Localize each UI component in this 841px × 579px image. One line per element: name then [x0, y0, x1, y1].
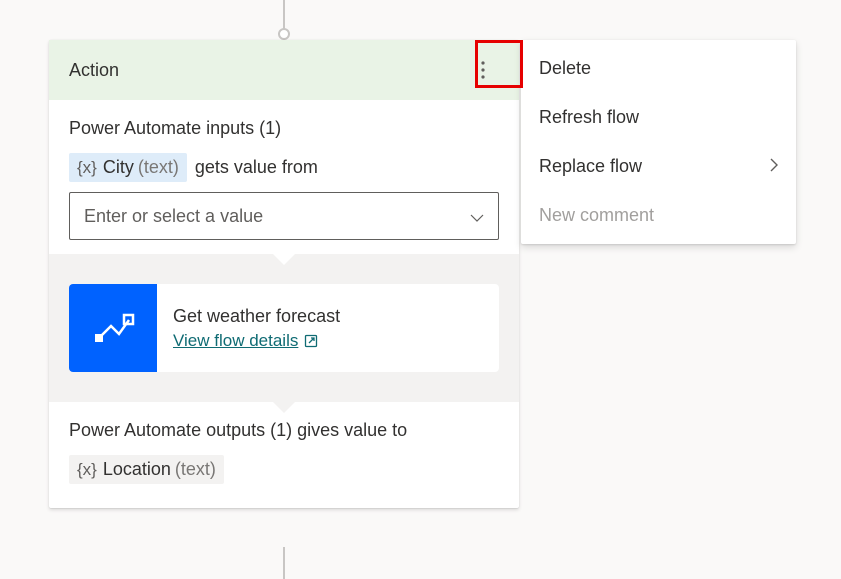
- output-variable-token[interactable]: {x} Location (text): [69, 455, 224, 484]
- menu-item-label: Replace flow: [539, 156, 642, 177]
- card-header: Action: [49, 40, 519, 100]
- node-connector-handle[interactable]: [278, 28, 290, 40]
- action-card: Action Power Automate inputs (1) {x} Cit…: [49, 40, 519, 508]
- flow-icon: [69, 284, 157, 372]
- menu-item-label: New comment: [539, 205, 654, 226]
- flow-title: Get weather forecast: [173, 306, 340, 327]
- more-vertical-icon: [481, 61, 485, 79]
- context-menu: Delete Refresh flow Replace flow New com…: [521, 40, 796, 244]
- gets-value-from-label: gets value from: [195, 157, 318, 178]
- input-variable-name: City: [103, 157, 134, 178]
- outputs-section: Power Automate outputs (1) gives value t…: [49, 402, 519, 508]
- output-variable-name: Location: [103, 459, 171, 480]
- input-variable-type: (text): [138, 157, 179, 178]
- menu-item-label: Delete: [539, 58, 591, 79]
- external-link-icon: [304, 334, 318, 348]
- menu-item-label: Refresh flow: [539, 107, 639, 128]
- flow-card: Get weather forecast View flow details: [69, 284, 499, 372]
- input-variable-row: {x} City (text) gets value from: [69, 153, 499, 182]
- flow-section: Get weather forecast View flow details: [49, 254, 519, 402]
- variable-brace-icon: {x}: [77, 158, 97, 178]
- connector-line-bottom: [283, 547, 285, 579]
- card-title: Action: [69, 60, 119, 81]
- more-options-button[interactable]: [467, 54, 499, 86]
- variable-brace-icon: {x}: [77, 460, 97, 480]
- chevron-down-icon: [470, 206, 484, 227]
- inputs-section: Power Automate inputs (1) {x} City (text…: [49, 100, 519, 254]
- chevron-right-icon: [770, 156, 778, 177]
- input-variable-token[interactable]: {x} City (text): [69, 153, 187, 182]
- view-flow-details-link[interactable]: View flow details: [173, 331, 340, 351]
- outputs-title: Power Automate outputs (1) gives value t…: [69, 420, 499, 441]
- flow-info: Get weather forecast View flow details: [173, 294, 340, 363]
- output-variable-type: (text): [175, 459, 216, 480]
- value-select-dropdown[interactable]: Enter or select a value: [69, 192, 499, 240]
- menu-item-new-comment: New comment: [521, 191, 796, 240]
- menu-item-delete[interactable]: Delete: [521, 44, 796, 93]
- menu-item-replace-flow[interactable]: Replace flow: [521, 142, 796, 191]
- inputs-title: Power Automate inputs (1): [69, 118, 499, 139]
- value-select-placeholder: Enter or select a value: [84, 206, 263, 227]
- flow-link-text: View flow details: [173, 331, 298, 351]
- menu-item-refresh-flow[interactable]: Refresh flow: [521, 93, 796, 142]
